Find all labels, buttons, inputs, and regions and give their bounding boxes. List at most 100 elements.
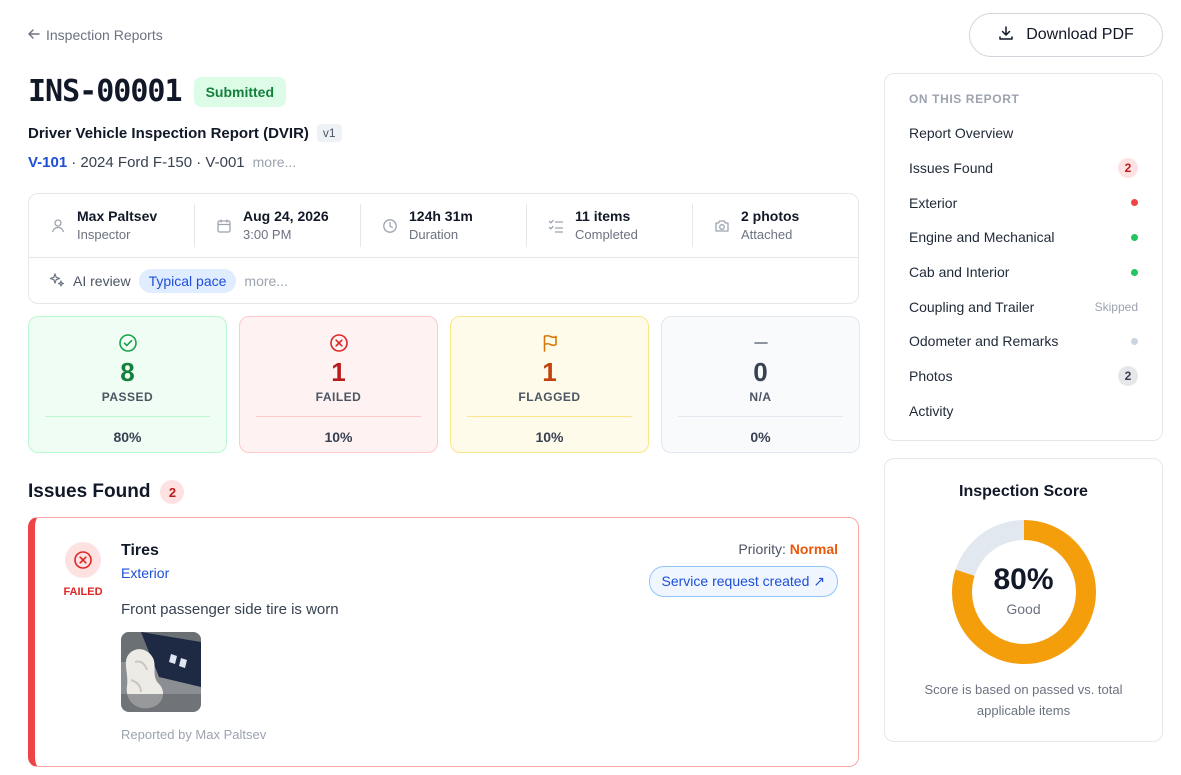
status-dot-gray <box>1131 337 1138 345</box>
duration-label: Duration <box>409 227 459 242</box>
duration-value: 124h 31m <box>409 208 473 224</box>
ai-review-row: AI review Typical pace more... <box>29 258 858 304</box>
stat-card-failed: 1 FAILED 10% <box>239 316 438 453</box>
issues-header: Issues Found 2 <box>28 480 185 504</box>
inspection-time: 3:00 PM <box>243 227 292 242</box>
status-dot-green <box>1131 233 1138 241</box>
vehicle-more-link[interactable]: more... <box>253 154 297 170</box>
issue-description: Front passenger side tire is worn <box>121 601 339 618</box>
on-this-report-nav: ON THIS REPORT Report Overview Issues Fo… <box>884 73 1163 441</box>
report-header: INS-00001 Submitted <box>28 74 287 109</box>
report-template-row: Driver Vehicle Inspection Report (DVIR) … <box>28 124 342 142</box>
toc-item-report-overview[interactable]: Report Overview <box>909 116 1138 151</box>
sparkles-icon <box>49 272 65 291</box>
toc-item-label: Photos <box>909 368 953 385</box>
score-rating: Good <box>1006 601 1041 617</box>
passed-count: 8 <box>120 357 135 387</box>
stat-divider <box>678 416 843 417</box>
status-badge: Submitted <box>193 76 287 107</box>
meta-inspector: Max Paltsev Inspector <box>29 204 195 247</box>
flag-icon <box>451 333 648 353</box>
flagged-label: FLAGGED <box>518 390 581 404</box>
clock-icon <box>381 217 399 235</box>
na-label: N/A <box>749 390 772 404</box>
items-label: Completed <box>575 227 638 242</box>
x-circle-icon <box>240 333 437 353</box>
report-template: Driver Vehicle Inspection Report (DVIR) <box>28 124 309 142</box>
toc-item-label: Cab and Interior <box>909 264 1010 281</box>
status-dot-green <box>1131 268 1138 276</box>
toc-item-engine-mechanical[interactable]: Engine and Mechanical <box>909 220 1138 255</box>
arrow-left-icon <box>28 27 40 43</box>
toc-item-label: Issues Found <box>909 160 994 177</box>
vehicle-description: · 2024 Ford F-150 · V-001 <box>71 154 245 171</box>
passed-percent: 80% <box>113 429 142 445</box>
toc-item-label: Odometer and Remarks <box>909 333 1059 350</box>
service-request-button[interactable]: Service request created ↗ <box>648 566 838 597</box>
score-value: 80% <box>993 563 1054 596</box>
flagged-percent: 10% <box>535 429 564 445</box>
na-percent: 0% <box>750 429 771 445</box>
photos-label: Attached <box>741 227 793 242</box>
meta-card: Max Paltsev Inspector Aug 24, 2026 3:00 … <box>28 193 859 304</box>
issues-title: Issues Found <box>28 481 151 502</box>
issue-card: FAILED Tires Exterior Priority: Normal S… <box>28 517 859 767</box>
stat-card-passed: 8 PASSED 80% <box>28 316 227 453</box>
back-link[interactable]: Inspection Reports <box>28 27 163 43</box>
download-icon <box>998 25 1014 46</box>
inspector-role: Inspector <box>77 227 131 242</box>
failed-label: FAILED <box>315 390 362 404</box>
failed-percent: 10% <box>324 429 353 445</box>
status-dot-red <box>1131 199 1138 207</box>
download-pdf-button[interactable]: Download PDF <box>969 13 1163 57</box>
stat-card-flagged: 1 FLAGGED 10% <box>450 316 649 453</box>
meta-date: Aug 24, 2026 3:00 PM <box>195 204 361 247</box>
issue-section-link[interactable]: Exterior <box>121 565 169 581</box>
issue-priority: Priority: Normal <box>738 541 838 557</box>
stat-divider <box>256 416 421 417</box>
issue-status-label: FAILED <box>63 586 103 598</box>
toc-item-label: Coupling and Trailer <box>909 298 1035 315</box>
check-circle-icon <box>29 333 226 353</box>
stat-divider <box>467 416 632 417</box>
flagged-count: 1 <box>542 357 557 387</box>
issue-photo-thumbnail[interactable] <box>121 632 201 712</box>
stat-divider <box>45 416 210 417</box>
toc-count-badge: 2 <box>1118 158 1138 179</box>
version-badge: v1 <box>316 124 342 142</box>
issue-name: Tires <box>121 542 159 559</box>
passed-label: PASSED <box>101 390 154 404</box>
score-note: Score is based on passed vs. total appli… <box>924 682 1123 718</box>
toc-item-odometer-remarks[interactable]: Odometer and Remarks <box>909 324 1138 359</box>
priority-label: Priority: <box>738 541 786 557</box>
photos-count: 2 photos <box>741 208 800 224</box>
inspection-score-card: Inspection Score 80% Good Score is based… <box>884 458 1163 742</box>
vehicle-link[interactable]: V-101 <box>28 154 67 171</box>
meta-items: 11 items Completed <box>527 204 693 247</box>
toc-item-issues-found[interactable]: Issues Found 2 <box>909 151 1138 186</box>
calendar-icon <box>215 217 233 235</box>
toc-item-label: Activity <box>909 402 954 419</box>
toc-item-exterior[interactable]: Exterior <box>909 185 1138 220</box>
vehicle-row: V-101 · 2024 Ford F-150 · V-001 more... <box>28 154 296 171</box>
back-link-label: Inspection Reports <box>46 27 163 43</box>
ai-review-more-link[interactable]: more... <box>244 273 288 289</box>
score-title: Inspection Score <box>959 483 1088 500</box>
user-icon <box>49 217 67 235</box>
minus-icon <box>662 333 859 353</box>
toc-item-cab-interior[interactable]: Cab and Interior <box>909 255 1138 290</box>
checklist-icon <box>547 217 565 235</box>
stat-card-na: 0 N/A 0% <box>661 316 860 453</box>
inspection-date: Aug 24, 2026 <box>243 208 329 224</box>
priority-value: Normal <box>789 541 838 557</box>
toc-item-activity[interactable]: Activity <box>909 394 1138 429</box>
ai-review-pill[interactable]: Typical pace <box>138 269 237 293</box>
items-count: 11 items <box>575 208 631 224</box>
toc-item-photos[interactable]: Photos 2 <box>909 359 1138 394</box>
meta-duration: 124h 31m Duration <box>361 204 527 247</box>
ai-review-label: AI review <box>73 273 131 289</box>
toc-item-coupling-trailer[interactable]: Coupling and Trailer Skipped <box>909 289 1138 324</box>
x-circle-icon <box>65 542 101 578</box>
na-count: 0 <box>753 357 768 387</box>
inspector-name: Max Paltsev <box>77 208 158 224</box>
